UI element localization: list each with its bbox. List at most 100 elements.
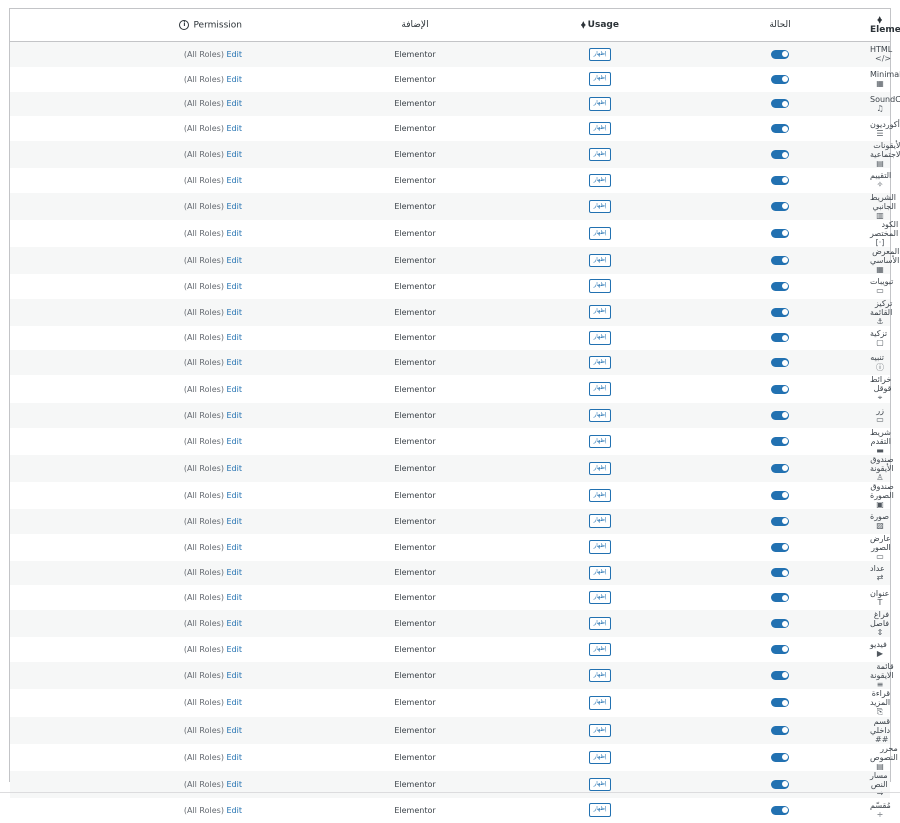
edit-permission-link[interactable]: Edit: [227, 437, 243, 446]
edit-permission-link[interactable]: Edit: [227, 202, 243, 211]
show-usage-button[interactable]: إظهار: [588, 696, 612, 710]
edit-permission-link[interactable]: Edit: [227, 726, 243, 735]
edit-permission-link[interactable]: Edit: [227, 282, 243, 291]
edit-permission-link[interactable]: Edit: [227, 150, 243, 159]
sort-arrows-icon[interactable]: ▲ ▼: [581, 20, 586, 29]
status-cell: [690, 92, 870, 117]
edit-permission-link[interactable]: Edit: [227, 491, 243, 500]
show-usage-button[interactable]: إظهار: [588, 305, 612, 319]
element-name: خرائط قوقل: [870, 375, 892, 393]
element-status-toggle[interactable]: [771, 281, 789, 291]
element-status-toggle[interactable]: [771, 124, 789, 134]
show-usage-button[interactable]: إظهار: [588, 382, 612, 396]
edit-permission-link[interactable]: Edit: [227, 593, 243, 602]
show-usage-button[interactable]: إظهار: [588, 540, 612, 554]
show-usage-button[interactable]: إظهار: [588, 566, 612, 580]
show-usage-button[interactable]: إظهار: [588, 331, 612, 345]
element-status-toggle[interactable]: [771, 644, 789, 654]
show-usage-button[interactable]: إظهار: [588, 434, 612, 448]
show-usage-button[interactable]: إظهار: [588, 668, 612, 682]
permission-cell: (All Roles) Edit: [10, 798, 320, 823]
edit-permission-link[interactable]: Edit: [227, 176, 243, 185]
edit-permission-link[interactable]: Edit: [227, 308, 243, 317]
element-status-toggle[interactable]: [771, 698, 789, 708]
show-usage-button[interactable]: إظهار: [588, 355, 612, 370]
element-status-toggle[interactable]: [771, 49, 789, 59]
element-status-toggle[interactable]: [771, 228, 789, 238]
element-status-toggle[interactable]: [771, 201, 789, 211]
element-status-toggle[interactable]: [771, 74, 789, 84]
edit-permission-link[interactable]: Edit: [227, 385, 243, 394]
element-status-toggle[interactable]: [771, 463, 789, 473]
permission-column-header[interactable]: i Permission: [10, 9, 320, 42]
show-usage-button[interactable]: إظهار: [588, 47, 612, 62]
element-column-header[interactable]: ▲▼Element: [870, 9, 900, 42]
edit-permission-link[interactable]: Edit: [227, 517, 243, 526]
element-status-toggle[interactable]: [771, 410, 789, 420]
element-status-toggle[interactable]: [771, 725, 789, 735]
edit-permission-link[interactable]: Edit: [227, 411, 243, 420]
edit-permission-link[interactable]: Edit: [227, 256, 243, 265]
show-usage-button[interactable]: إظهار: [588, 514, 612, 528]
edit-permission-link[interactable]: Edit: [227, 753, 243, 762]
sort-arrows-icon[interactable]: ▲ ▼: [877, 15, 882, 24]
element-status-toggle[interactable]: [771, 490, 789, 500]
show-usage-button[interactable]: إظهار: [588, 279, 612, 293]
element-status-toggle[interactable]: [771, 358, 789, 368]
element-status-toggle[interactable]: [771, 670, 789, 680]
element-status-toggle[interactable]: [771, 333, 789, 343]
element-status-toggle[interactable]: [771, 436, 789, 446]
edit-permission-link[interactable]: Edit: [227, 698, 243, 707]
show-usage-button[interactable]: إظهار: [588, 777, 612, 791]
edit-permission-link[interactable]: Edit: [227, 645, 243, 654]
show-usage-button[interactable]: إظهار: [588, 253, 612, 267]
element-status-toggle[interactable]: [771, 99, 789, 109]
element-status-toggle[interactable]: [771, 779, 789, 789]
table-row: (All Roles) Edit Elementor إظهار خرائط قوقل…: [10, 375, 892, 403]
edit-permission-link[interactable]: Edit: [227, 124, 243, 133]
show-usage-button[interactable]: إظهار: [588, 97, 612, 111]
show-usage-button[interactable]: إظهار: [588, 723, 612, 737]
element-status-toggle[interactable]: [771, 307, 789, 317]
element-status-toggle[interactable]: [771, 752, 789, 762]
edit-permission-link[interactable]: Edit: [227, 619, 243, 628]
edit-permission-link[interactable]: Edit: [227, 568, 243, 577]
element-status-toggle[interactable]: [771, 384, 789, 394]
edit-permission-link[interactable]: Edit: [227, 99, 243, 108]
show-usage-button[interactable]: إظهار: [588, 616, 612, 631]
show-usage-button[interactable]: إظهار: [588, 642, 612, 657]
show-usage-button[interactable]: إظهار: [588, 590, 612, 605]
edit-permission-link[interactable]: Edit: [227, 780, 243, 789]
show-usage-button[interactable]: إظهار: [588, 461, 612, 475]
show-usage-button[interactable]: إظهار: [588, 199, 612, 213]
show-usage-button[interactable]: إظهار: [588, 226, 612, 240]
edit-permission-link[interactable]: Edit: [227, 333, 243, 342]
element-status-toggle[interactable]: [771, 542, 789, 552]
element-status-toggle[interactable]: [771, 255, 789, 265]
element-status-toggle[interactable]: [771, 516, 789, 526]
edit-permission-link[interactable]: Edit: [227, 671, 243, 680]
edit-permission-link[interactable]: Edit: [227, 464, 243, 473]
show-usage-button[interactable]: إظهار: [588, 147, 612, 162]
show-usage-button[interactable]: إظهار: [588, 750, 612, 764]
show-usage-button[interactable]: إظهار: [588, 72, 612, 86]
element-status-toggle[interactable]: [771, 568, 789, 578]
edit-permission-link[interactable]: Edit: [227, 50, 243, 59]
element-status-toggle[interactable]: [771, 593, 789, 603]
element-status-toggle[interactable]: [771, 619, 789, 628]
usage-column-header[interactable]: ▲ ▼ Usage: [510, 9, 690, 42]
show-usage-button[interactable]: إظهار: [588, 121, 612, 136]
show-usage-button[interactable]: إظهار: [588, 803, 612, 817]
edit-permission-link[interactable]: Edit: [227, 806, 243, 815]
edit-permission-link[interactable]: Edit: [227, 358, 243, 367]
element-status-toggle[interactable]: [771, 150, 789, 159]
plugin-cell: Elementor: [394, 619, 436, 628]
show-usage-button[interactable]: إظهار: [588, 488, 612, 502]
show-usage-button[interactable]: إظهار: [588, 408, 612, 423]
element-status-toggle[interactable]: [771, 175, 789, 185]
edit-permission-link[interactable]: Edit: [227, 75, 243, 84]
edit-permission-link[interactable]: Edit: [227, 543, 243, 552]
edit-permission-link[interactable]: Edit: [227, 229, 243, 238]
element-status-toggle[interactable]: [771, 805, 789, 815]
show-usage-button[interactable]: إظهار: [588, 173, 612, 188]
